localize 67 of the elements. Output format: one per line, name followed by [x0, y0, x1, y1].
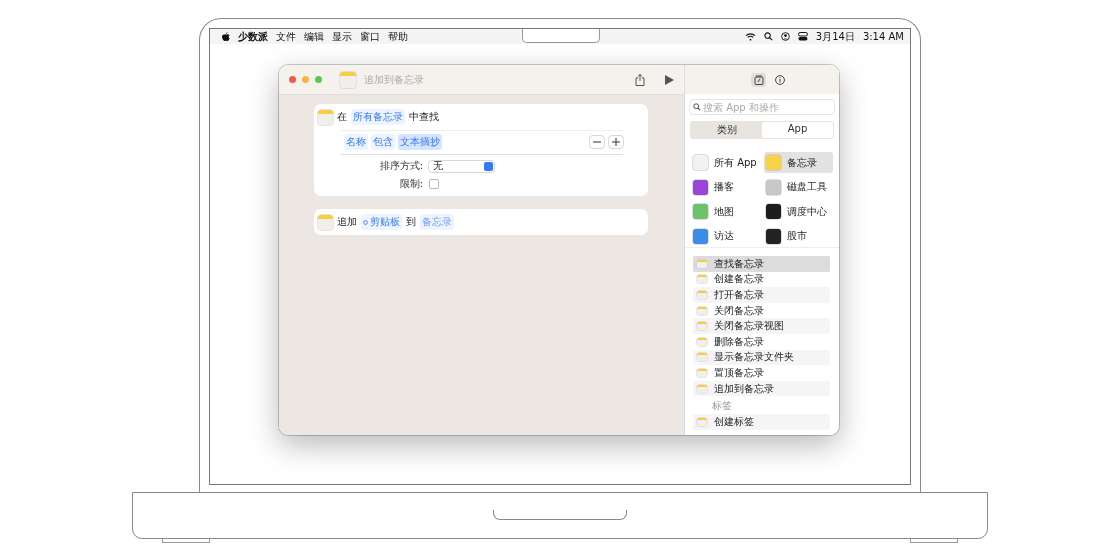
action-item[interactable]: 删除备忘录 [693, 333, 830, 350]
filter-token[interactable]: 名称 [344, 134, 368, 150]
clipboard-token[interactable]: 剪贴板 [361, 214, 402, 230]
action-library-button[interactable] [751, 72, 766, 87]
menu-item[interactable]: 窗口 [360, 29, 380, 44]
segment-tab[interactable]: App [762, 122, 833, 138]
apple-logo-icon[interactable] [222, 31, 230, 42]
laptop-foot [910, 539, 958, 543]
notes-icon [340, 71, 356, 88]
limit-checkbox[interactable] [429, 179, 439, 189]
minus-icon [593, 138, 601, 146]
action-text: 在 [337, 110, 347, 124]
app-item[interactable]: 股市 [764, 225, 833, 247]
app-item[interactable]: 播客 [691, 176, 760, 198]
sort-dropdown[interactable]: 无 [429, 160, 494, 172]
window-title: 追加到备忘录 [364, 72, 424, 87]
app-item[interactable]: 备忘录 [764, 152, 833, 173]
close-button[interactable] [289, 76, 296, 83]
sort-label: 排序方式: [378, 159, 423, 173]
app-item[interactable]: 地图 [691, 201, 760, 222]
segment-tab[interactable]: 类别 [691, 122, 762, 138]
action-item[interactable]: 置顶备忘录 [693, 365, 830, 381]
action-item[interactable]: 关闭备忘录 [693, 302, 830, 319]
append-note-action-card[interactable]: 追加 剪贴板 到 备忘录 [314, 209, 648, 235]
search-icon[interactable] [763, 32, 773, 41]
menu-item[interactable]: 编辑 [304, 29, 324, 44]
stepper-icon [484, 161, 493, 171]
action-item[interactable]: 创建标签 [693, 414, 830, 430]
laptop-foot [162, 539, 210, 543]
app-item[interactable]: 访达 [691, 225, 760, 247]
action-item[interactable]: 显示备忘录文件夹 [693, 349, 830, 366]
limit-label: 限制: [398, 177, 423, 191]
control-center-icon[interactable] [797, 32, 808, 41]
add-filter-button[interactable] [609, 136, 623, 148]
info-button[interactable] [772, 72, 787, 87]
action-text: 中查找 [409, 110, 439, 124]
search-icon [693, 103, 701, 111]
notes-icon [318, 214, 333, 230]
action-item[interactable]: 追加到备忘录 [693, 380, 830, 397]
menu-item[interactable]: 文件 [276, 29, 296, 44]
search-field[interactable]: 搜索 App 和操作 [690, 100, 834, 114]
app-item[interactable]: 磁盘工具 [764, 176, 833, 198]
menu-item[interactable]: 帮助 [388, 29, 408, 44]
app-item[interactable]: 调度中心 [764, 201, 833, 222]
menu-bar-time[interactable]: 3:14 AM [862, 31, 904, 42]
menu-item[interactable]: 少数派 [238, 29, 268, 44]
section-header: 标签 [711, 399, 733, 414]
action-item[interactable]: 打开备忘录 [693, 287, 830, 303]
circle-icon [363, 219, 368, 225]
share-icon[interactable] [635, 73, 645, 86]
remove-filter-button[interactable] [590, 136, 604, 148]
find-notes-action-card[interactable]: 在 所有备忘录 中查找 名称 包含 文本摘抄 排序方式: 无 限制: [314, 104, 648, 196]
action-item[interactable]: 创建备忘录 [693, 271, 830, 288]
parameter-token[interactable]: 所有备忘录 [351, 109, 405, 125]
notes-icon [318, 109, 333, 125]
action-item[interactable]: 查找备忘录 [693, 256, 830, 272]
menu-bar-date[interactable]: 3月14日 [815, 29, 855, 44]
filter-token[interactable]: 包含 [371, 134, 395, 150]
action-item[interactable]: 关闭备忘录视图 [693, 318, 830, 334]
wifi-icon[interactable] [744, 32, 756, 41]
action-text: 追加 [337, 215, 357, 229]
user-icon[interactable] [780, 32, 790, 41]
play-icon[interactable] [665, 74, 674, 85]
menu-item[interactable]: 显示 [332, 29, 352, 44]
app-item[interactable]: 所有 App [691, 152, 760, 173]
plus-icon [612, 138, 620, 146]
action-text: 到 [406, 215, 416, 229]
